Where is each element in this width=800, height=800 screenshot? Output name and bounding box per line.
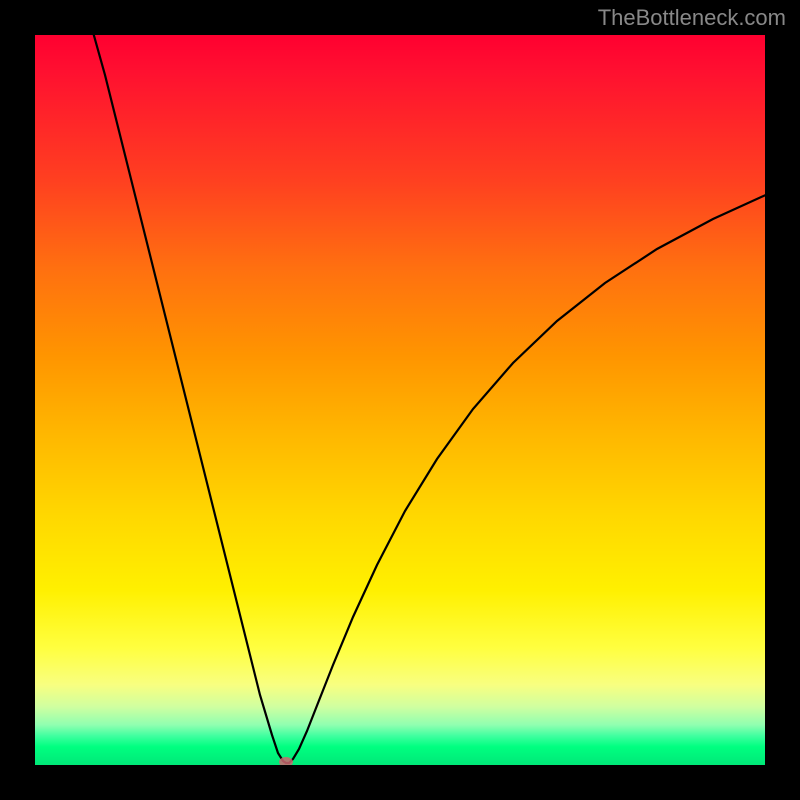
watermark-label: TheBottleneck.com (598, 5, 786, 31)
bottleneck-curve (35, 35, 765, 765)
curve-minimum-marker (279, 757, 293, 765)
chart-plot-area (35, 35, 765, 765)
